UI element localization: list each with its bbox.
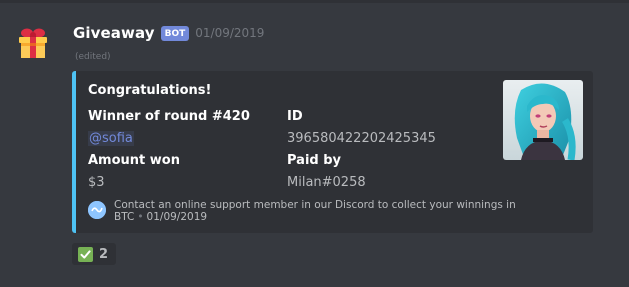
edited-label: (edited) <box>75 52 111 62</box>
footer-text: Contact an online support member in our … <box>114 199 518 223</box>
author-name[interactable]: Giveaway <box>73 24 155 42</box>
field-value-amount: $3 <box>88 175 105 190</box>
embed-thumbnail[interactable] <box>503 80 583 160</box>
field-name-id: ID <box>287 109 303 124</box>
footer-timestamp: 01/09/2019 <box>146 211 208 223</box>
chat-view: Giveaway BOT 01/09/2019 (edited) Congrat… <box>0 0 629 287</box>
reaction-button[interactable]: 2 <box>72 243 116 265</box>
field-value-paid-by: Milan#0258 <box>287 175 366 190</box>
embed-title: Congratulations! <box>88 83 212 98</box>
embed: Congratulations! Winner of round #420 @s… <box>72 71 593 233</box>
field-name-paid-by: Paid by <box>287 153 342 168</box>
gift-icon[interactable] <box>16 26 50 60</box>
bot-badge: BOT <box>160 25 190 41</box>
message-timestamp: 01/09/2019 <box>195 26 265 40</box>
footer-separator: • <box>137 211 144 223</box>
message-header: Giveaway BOT 01/09/2019 <box>73 22 264 44</box>
divider <box>0 0 629 3</box>
reaction-count: 2 <box>99 246 109 262</box>
service-logo-icon <box>88 201 106 219</box>
check-mark-icon <box>78 246 93 262</box>
field-name-winner: Winner of round #420 <box>88 109 250 124</box>
field-value-id: 396580422202425345 <box>287 131 436 146</box>
field-name-amount: Amount won <box>88 153 180 168</box>
user-mention[interactable]: @sofia <box>88 131 134 146</box>
field-value-winner: @sofia <box>88 131 134 146</box>
embed-footer: Contact an online support member in our … <box>88 199 518 223</box>
